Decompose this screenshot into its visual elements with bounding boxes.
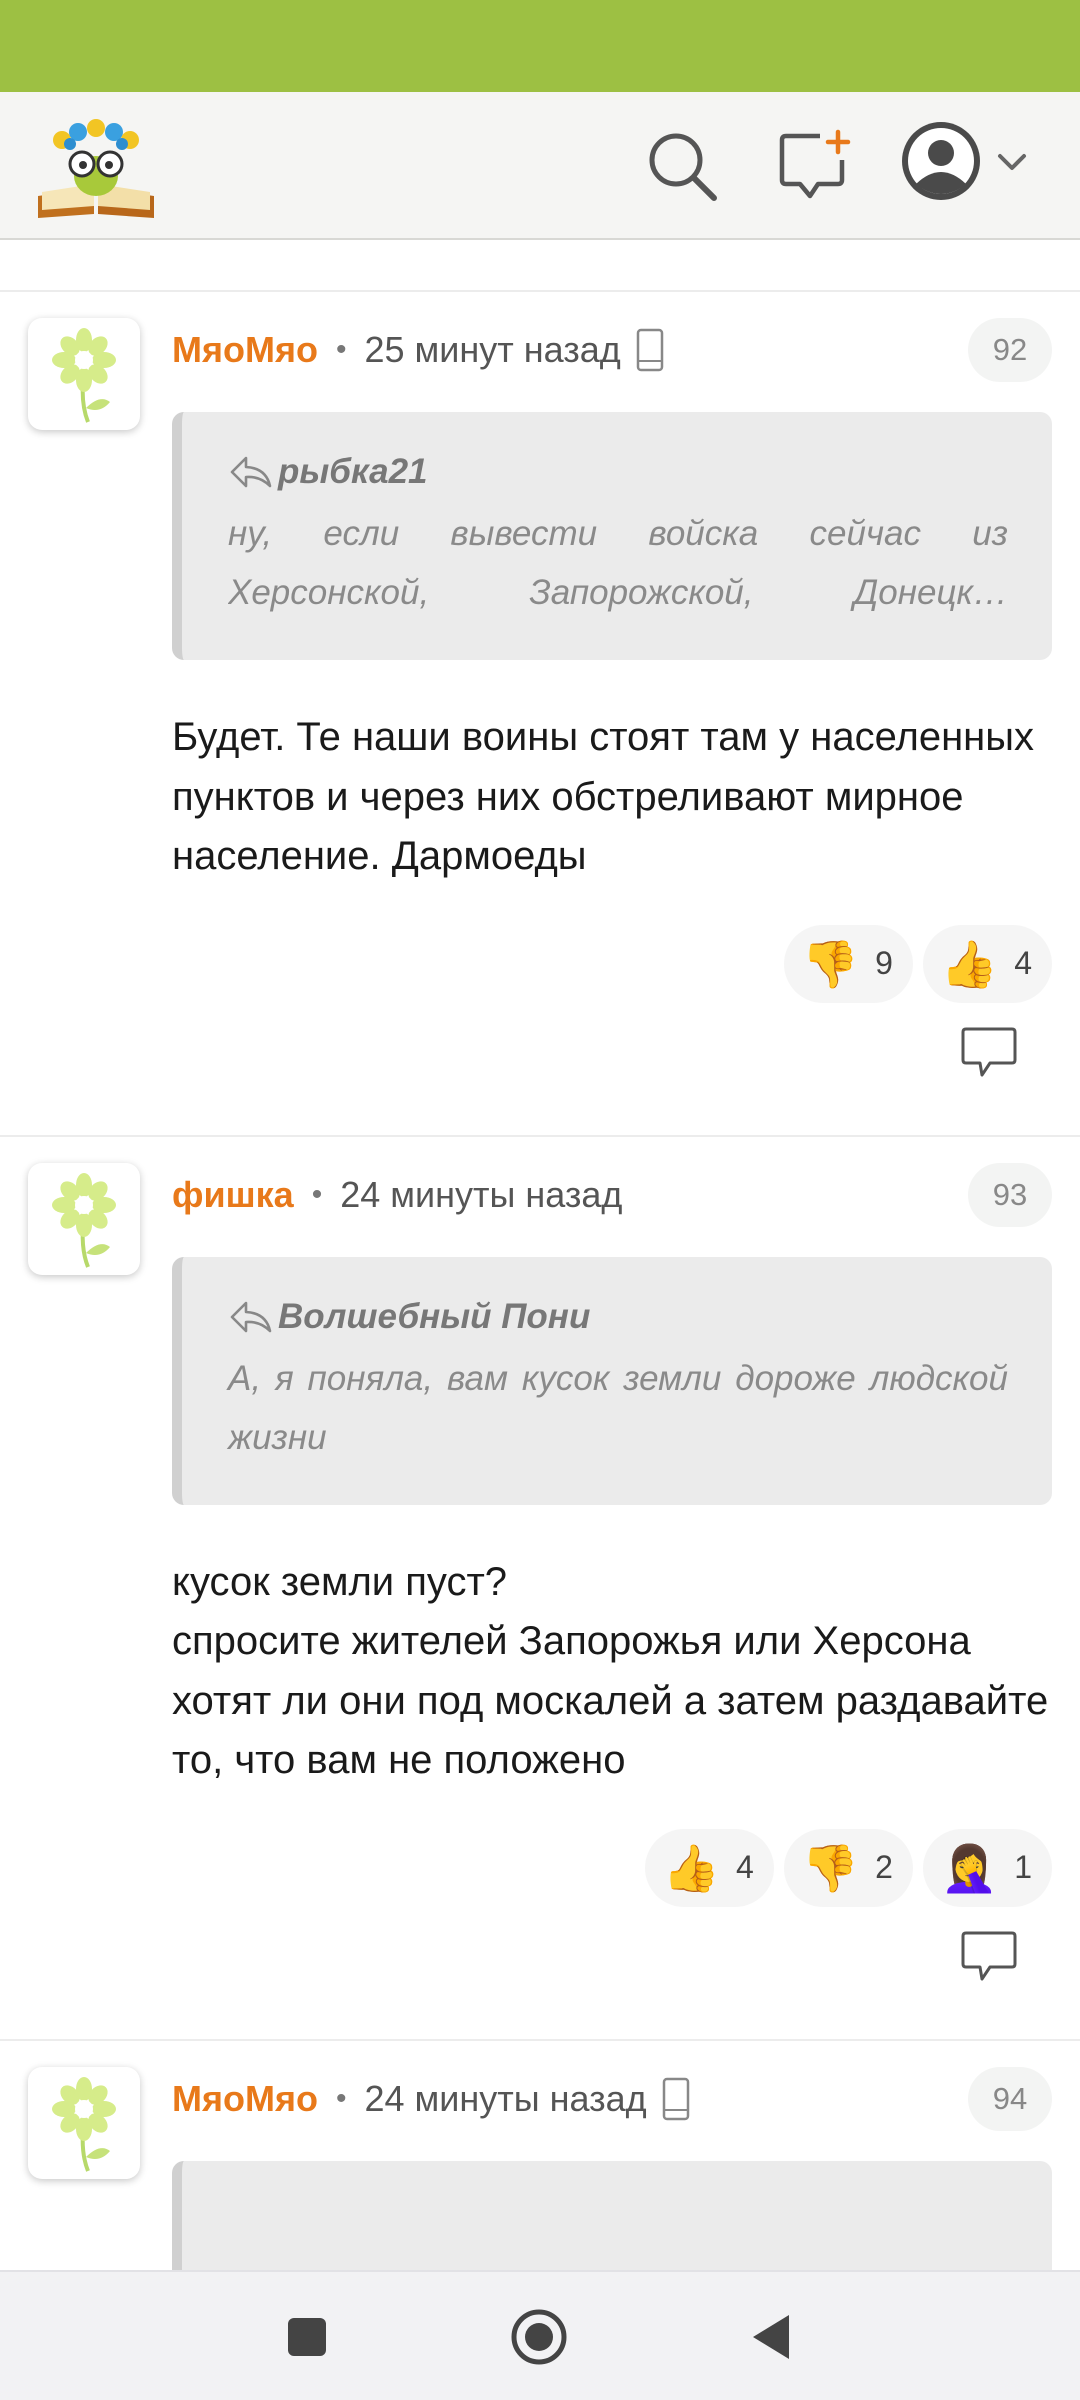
reply-row bbox=[172, 1003, 1052, 1135]
comment-text: кусок земли пуст? спросите жителей Запор… bbox=[172, 1559, 1049, 1783]
mobile-device-icon bbox=[636, 328, 664, 372]
reply-bubble-icon[interactable] bbox=[960, 1929, 1018, 1983]
reaction-dislike[interactable]: 👎 2 bbox=[783, 1828, 913, 1907]
comment-text: Будет. Те наши воины стоят там у населен… bbox=[172, 715, 1035, 878]
reaction-dislike[interactable]: 👎 9 bbox=[783, 924, 913, 1003]
comment-time: 25 минут назад bbox=[364, 329, 621, 370]
comment-time: 24 минуты назад bbox=[340, 1173, 623, 1215]
quote-author-name: Волшебный Пони bbox=[278, 1296, 591, 1336]
meta-separator: • bbox=[335, 2081, 347, 2115]
reactions-row: 👍 4 👎 2 🤦‍♀️ 1 bbox=[172, 1828, 1052, 1907]
thumbs-down-icon: 👎 bbox=[801, 937, 860, 990]
comment-meta: МяоМяо • 24 минуты назад bbox=[172, 2067, 1052, 2131]
feed-top-spacer bbox=[0, 240, 1080, 292]
system-navigation-bar bbox=[0, 2270, 1080, 2400]
reply-arrow-icon bbox=[230, 1301, 272, 1332]
thumbs-up-icon: 👍 bbox=[940, 937, 999, 990]
quoted-comment[interactable]: Волшебный Пони А, я поняла, вам кусок зе… bbox=[172, 1256, 1052, 1505]
comment-number-badge[interactable]: 94 bbox=[968, 2066, 1052, 2131]
app-header bbox=[0, 92, 1080, 240]
quote-text: ну, если вывести войска сейчас из Херсон… bbox=[228, 514, 1008, 612]
reaction-count: 4 bbox=[1014, 945, 1032, 981]
author-name[interactable]: МяоМяо bbox=[172, 2078, 318, 2120]
comment: МяоМяо • 25 минут назад 92 рыбка21 ну, е… bbox=[0, 292, 1080, 1137]
quote-text: А, я поняла, вам кусок земли дороже людс… bbox=[228, 1358, 1008, 1457]
facepalm-icon: 🤦‍♀️ bbox=[940, 1841, 999, 1894]
book-character-logo[interactable] bbox=[34, 110, 158, 222]
thumbs-up-icon: 👍 bbox=[662, 1841, 721, 1894]
quoted-comment[interactable] bbox=[172, 2160, 1052, 2270]
home-icon[interactable] bbox=[504, 2302, 574, 2372]
flower-avatar-icon[interactable] bbox=[28, 1162, 140, 1275]
reply-bubble-icon[interactable] bbox=[960, 1025, 1018, 1079]
chevron-down-icon[interactable] bbox=[994, 148, 1030, 178]
user-avatar-icon[interactable] bbox=[900, 120, 982, 202]
comment: фишка • 24 минуты назад 93 Волшебный Пон… bbox=[0, 1137, 1080, 2041]
quote-author-row: рыбка21 bbox=[228, 446, 1008, 498]
reaction-like[interactable]: 👍 4 bbox=[644, 1828, 774, 1907]
author-name[interactable]: МяоМяо bbox=[172, 329, 318, 371]
quoted-comment[interactable]: рыбка21 ну, если вывести войска сейчас и… bbox=[172, 412, 1052, 660]
flower-avatar-icon[interactable] bbox=[28, 2066, 140, 2179]
comments-feed[interactable]: МяоМяо • 25 минут назад 92 рыбка21 ну, е… bbox=[0, 240, 1080, 2270]
comment-meta: фишка • 24 минуты назад bbox=[172, 1163, 1052, 1227]
thumbs-down-icon: 👎 bbox=[801, 1841, 860, 1894]
recent-apps-icon[interactable] bbox=[272, 2302, 342, 2372]
reaction-like[interactable]: 👍 4 bbox=[922, 924, 1052, 1003]
reactions-row: 👎 9 👍 4 bbox=[172, 924, 1052, 1003]
mobile-device-icon bbox=[662, 2077, 689, 2120]
comment-number-badge[interactable]: 93 bbox=[968, 1162, 1052, 1227]
reaction-count: 4 bbox=[736, 1849, 754, 1885]
reaction-count: 9 bbox=[875, 945, 893, 981]
search-icon[interactable] bbox=[644, 128, 720, 204]
reaction-count: 1 bbox=[1014, 1849, 1032, 1885]
author-name[interactable]: фишка bbox=[172, 1174, 294, 1216]
quote-author-name: рыбка21 bbox=[278, 452, 428, 491]
meta-separator: • bbox=[311, 1177, 323, 1211]
comment-meta: МяоМяо • 25 минут назад bbox=[172, 318, 1052, 382]
quote-author-row: Волшебный Пони bbox=[228, 1291, 1008, 1343]
comment-time: 24 минуты назад bbox=[364, 2077, 647, 2119]
reaction-facepalm[interactable]: 🤦‍♀️ 1 bbox=[922, 1828, 1052, 1907]
flower-avatar-icon[interactable] bbox=[28, 318, 140, 430]
reply-row bbox=[172, 1907, 1052, 2039]
status-bar bbox=[0, 0, 1080, 92]
back-icon[interactable] bbox=[736, 2302, 806, 2372]
new-message-icon[interactable] bbox=[776, 128, 852, 204]
reaction-count: 2 bbox=[875, 1849, 893, 1885]
comment: МяоМяо • 24 минуты назад 94 bbox=[0, 2041, 1080, 2270]
meta-separator: • bbox=[335, 333, 347, 366]
comment-number-badge[interactable]: 92 bbox=[968, 318, 1052, 382]
reply-arrow-icon bbox=[230, 456, 272, 488]
